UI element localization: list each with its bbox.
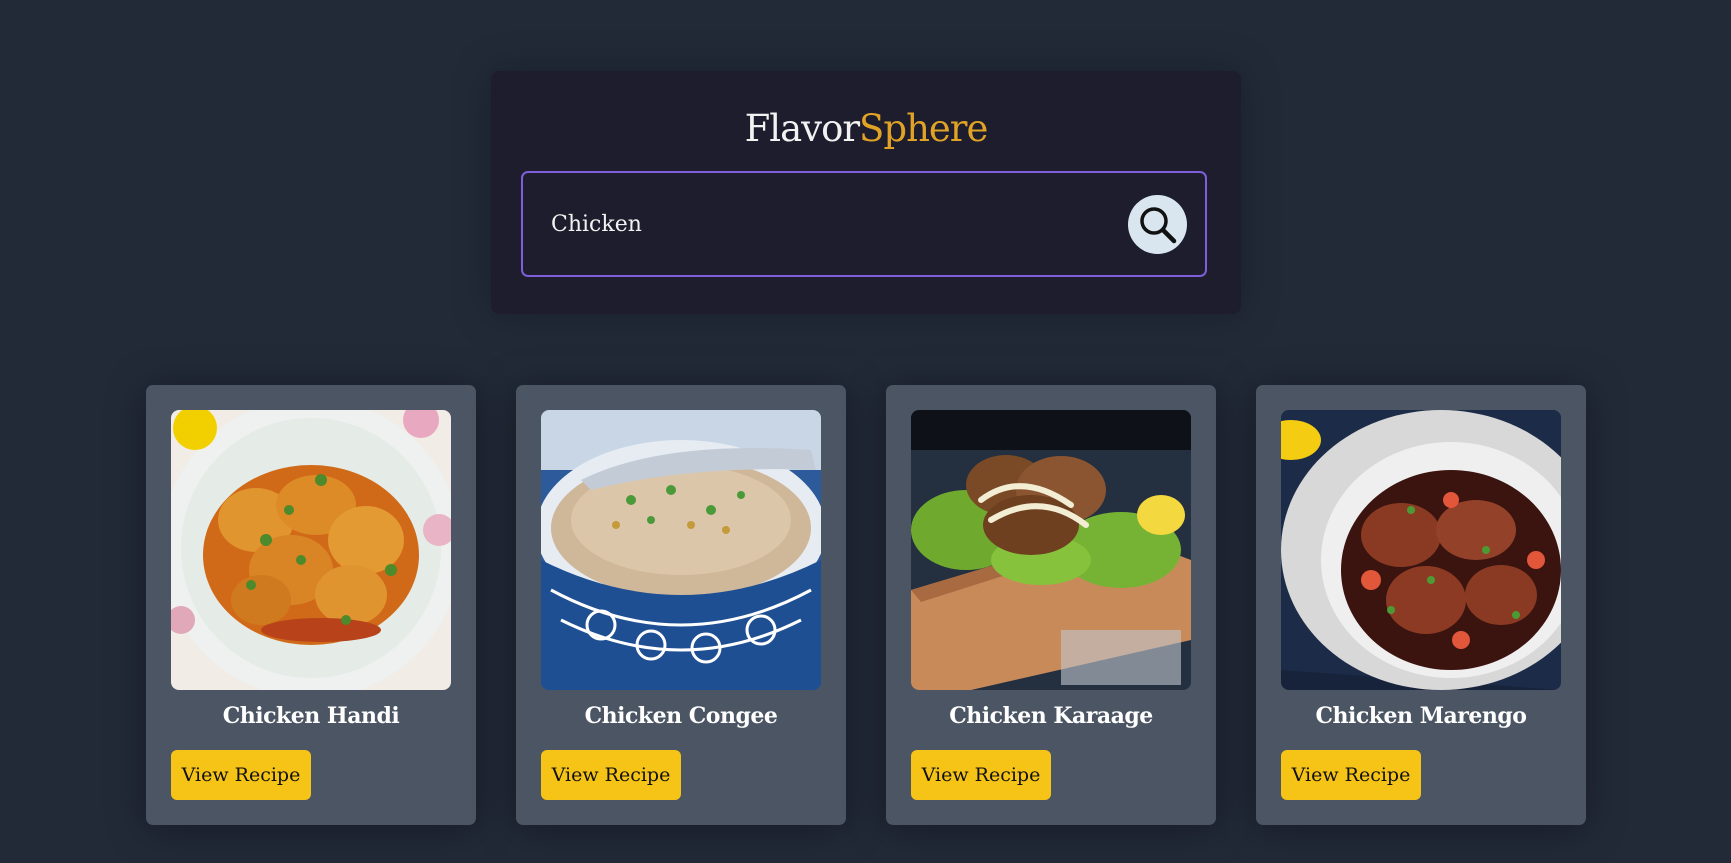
brand-logo-part1: Flavor: [744, 107, 860, 150]
search-panel: FlavorSphere: [491, 71, 1241, 314]
recipe-image-chicken-handi[interactable]: [171, 410, 451, 690]
view-recipe-button[interactable]: View Recipe: [171, 750, 311, 800]
view-recipe-button[interactable]: View Recipe: [541, 750, 681, 800]
recipe-title: Chicken Congee: [584, 703, 778, 729]
search-button[interactable]: [1128, 195, 1187, 254]
recipe-title: Chicken Handi: [222, 703, 400, 729]
recipe-card: Chicken Handi View Recipe: [146, 385, 476, 825]
search-box: [521, 171, 1207, 277]
brand-logo-part2: Sphere: [859, 107, 988, 150]
recipe-card: Chicken Marengo View Recipe: [1256, 385, 1586, 825]
recipe-card: Chicken Karaage View Recipe: [886, 385, 1216, 825]
view-recipe-button[interactable]: View Recipe: [911, 750, 1051, 800]
brand-logo: FlavorSphere: [491, 107, 1241, 151]
recipe-image-chicken-karaage[interactable]: [911, 410, 1191, 690]
recipe-card: Chicken Congee View Recipe: [516, 385, 846, 825]
view-recipe-button[interactable]: View Recipe: [1281, 750, 1421, 800]
recipe-title: Chicken Karaage: [949, 703, 1153, 729]
recipe-title: Chicken Marengo: [1315, 703, 1527, 729]
recipe-image-chicken-marengo[interactable]: [1281, 410, 1561, 690]
search-input[interactable]: [551, 199, 1111, 249]
search-icon: [1140, 207, 1177, 244]
recipe-image-chicken-congee[interactable]: [541, 410, 821, 690]
